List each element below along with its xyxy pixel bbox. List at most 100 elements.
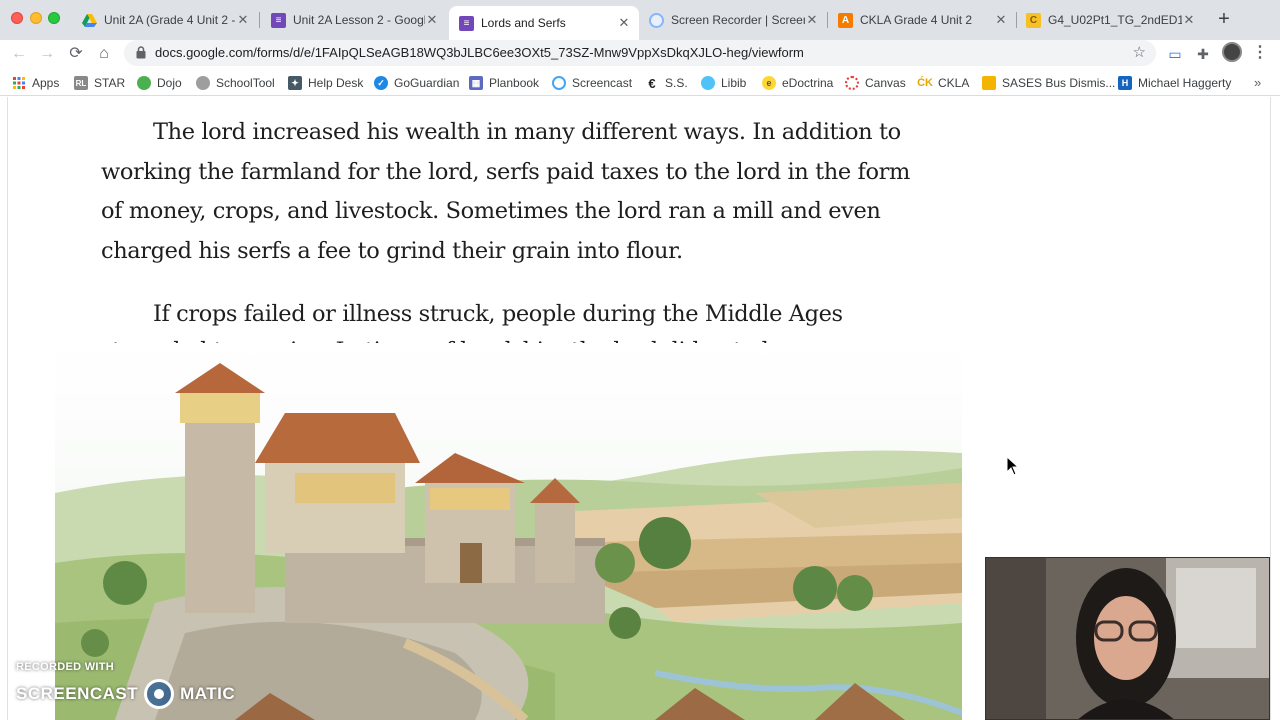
bookmark-label: SASES Bus Dismis... (1002, 76, 1116, 90)
bookmark-label: STAR (94, 76, 126, 90)
cast-icon[interactable]: ▭ (1165, 44, 1185, 64)
screencast-logo-icon (144, 679, 175, 709)
tab-strip: Unit 2A (Grade 4 Unit 2 - ) ✕ ≡ Unit 2A … (0, 0, 1280, 40)
slides-icon (982, 76, 996, 90)
close-icon[interactable]: ✕ (236, 12, 250, 28)
home-button[interactable]: ⌂ (92, 42, 116, 66)
bookmark-label: SchoolTool (216, 76, 275, 90)
page-border-left (7, 97, 8, 720)
bookmark-label: S.S. (665, 76, 688, 90)
forward-button[interactable]: → (35, 42, 59, 66)
tab-title: Unit 2A (Grade 4 Unit 2 - ) (104, 13, 236, 27)
classdojo-icon (137, 76, 151, 90)
tab-title: Screen Recorder | Screen (671, 13, 805, 27)
close-icon[interactable]: ✕ (805, 12, 819, 28)
watermark-brand-left: SCREENCAST (16, 684, 139, 703)
bookmark-ckla[interactable]: ĆK CKLA (917, 73, 970, 93)
bookmark-label: Libib (721, 76, 747, 90)
ckla-icon: ĆK (917, 76, 933, 90)
minimize-window-button[interactable] (30, 12, 42, 24)
watermark-caption: RECORDED WITH (16, 661, 115, 673)
tab-divider (259, 12, 260, 28)
bookmark-label: eDoctrina (782, 76, 834, 90)
planbook-icon: ▦ (469, 76, 483, 90)
bookmark-star-icon[interactable]: ☆ (1133, 43, 1146, 61)
bookmark-star[interactable]: RL STAR (74, 73, 125, 93)
tab-title: CKLA Grade 4 Unit 2 (860, 13, 973, 27)
close-icon[interactable]: ✕ (994, 12, 1008, 28)
screencast-icon (552, 76, 566, 90)
tab-screen-recorder[interactable]: Screen Recorder | Screen ✕ (639, 6, 827, 34)
page-border-right (1270, 97, 1271, 720)
edoctrina-icon: e (762, 76, 776, 90)
bookmark-ss[interactable]: € S.S. (645, 73, 688, 93)
apps-grid-icon (12, 76, 26, 90)
lock-icon (136, 46, 146, 59)
reading-passage: The lord increased his wealth in many di… (101, 113, 921, 370)
tab-lords-and-serfs[interactable]: ≡ Lords and Serfs ✕ (449, 6, 639, 40)
bookmark-apps[interactable]: Apps (12, 73, 59, 93)
reload-button[interactable]: ⟳ (64, 42, 88, 66)
new-tab-button[interactable]: + (1214, 9, 1234, 30)
profile-avatar[interactable] (1222, 42, 1242, 62)
bookmark-label: Apps (32, 76, 60, 90)
bookmark-michael-haggerty[interactable]: H Michael Haggerty (1118, 73, 1231, 93)
passage-paragraph-1: The lord increased his wealth in many di… (101, 119, 910, 264)
page-viewport: The lord increased his wealth in many di… (0, 97, 1280, 720)
bookmark-label: Screencast (572, 76, 633, 90)
tab-unit-2a-lesson-2[interactable]: ≡ Unit 2A Lesson 2 - Google ✕ (261, 6, 447, 34)
back-button[interactable]: ← (7, 42, 31, 66)
close-icon[interactable]: ✕ (1182, 12, 1196, 28)
bookmark-schooltool[interactable]: SchoolTool (196, 73, 275, 93)
amplify-icon: A (838, 12, 853, 28)
google-drive-icon (82, 13, 97, 28)
google-forms-icon: ≡ (459, 15, 474, 31)
tab-title: G4_U02Pt1_TG_2ndED17 (1048, 13, 1182, 27)
watermark-brand-right: MATIC (180, 684, 236, 703)
bookmark-planbook[interactable]: ▦ Planbook (469, 73, 539, 93)
close-window-button[interactable] (11, 12, 23, 24)
bookmark-label: CKLA (938, 76, 970, 90)
bookmark-dojo[interactable]: Dojo (137, 73, 182, 93)
bookmark-sases-bus-dismissal[interactable]: SASES Bus Dismis... (982, 73, 1115, 93)
bookmark-label: Help Desk (308, 76, 364, 90)
libib-icon (701, 76, 715, 90)
google-forms-icon: ≡ (271, 12, 286, 28)
bookmark-screencast[interactable]: Screencast (552, 73, 632, 93)
bookmark-help-desk[interactable]: ✦ Help Desk (288, 73, 363, 93)
star-renaissance-icon: RL (74, 76, 88, 90)
canvas-icon (845, 76, 859, 90)
screencastify-icon (649, 12, 664, 28)
bookmark-goguardian[interactable]: ✓ GoGuardian (374, 73, 459, 93)
bookmark-label: Dojo (157, 76, 182, 90)
help-desk-icon: ✦ (288, 76, 302, 90)
tab-unit-2a[interactable]: Unit 2A (Grade 4 Unit 2 - ) ✕ (72, 6, 258, 34)
mouse-cursor-icon (1007, 457, 1019, 475)
menu-kebab-icon[interactable]: ⋮ (1252, 44, 1268, 62)
bookmark-libib[interactable]: Libib (701, 73, 746, 93)
tab-title: Unit 2A Lesson 2 - Google (293, 13, 425, 27)
tab-g4-u02pt1-tg[interactable]: C G4_U02Pt1_TG_2ndED17 ✕ (1016, 6, 1204, 34)
bookmark-label: Canvas (865, 76, 906, 90)
bookmark-label: Planbook (489, 76, 540, 90)
goguardian-icon: ✓ (374, 76, 388, 90)
bookmark-label: GoGuardian (394, 76, 460, 90)
address-bar[interactable]: docs.google.com/forms/d/e/1FAIpQLSeAGB18… (124, 40, 1156, 66)
extensions-puzzle-icon[interactable]: ✚ (1193, 44, 1213, 64)
bookmark-edoctrina[interactable]: e eDoctrina (762, 73, 833, 93)
maximize-window-button[interactable] (48, 12, 60, 24)
ckla-doc-icon: C (1026, 12, 1041, 28)
url-text: docs.google.com/forms/d/e/1FAIpQLSeAGB18… (155, 45, 804, 60)
close-icon[interactable]: ✕ (425, 12, 439, 28)
bookmarks-bar: Apps RL STAR Dojo SchoolTool ✦ Help Desk… (0, 70, 1280, 96)
webcam-overlay (985, 557, 1270, 720)
close-icon[interactable]: ✕ (617, 15, 631, 31)
bookmarks-overflow-icon[interactable]: » (1254, 75, 1261, 90)
bookmark-label: Michael Haggerty (1138, 76, 1232, 90)
screencast-o-matic-watermark: RECORDED WITH SCREENCAST MATIC (16, 661, 235, 709)
tab-ckla-grade-4-unit-2[interactable]: A CKLA Grade 4 Unit 2 ✕ (828, 6, 1016, 34)
studies-weekly-icon: € (645, 76, 659, 91)
michael-haggerty-icon: H (1118, 76, 1132, 90)
schooltool-icon (196, 76, 210, 90)
bookmark-canvas[interactable]: Canvas (845, 73, 906, 93)
